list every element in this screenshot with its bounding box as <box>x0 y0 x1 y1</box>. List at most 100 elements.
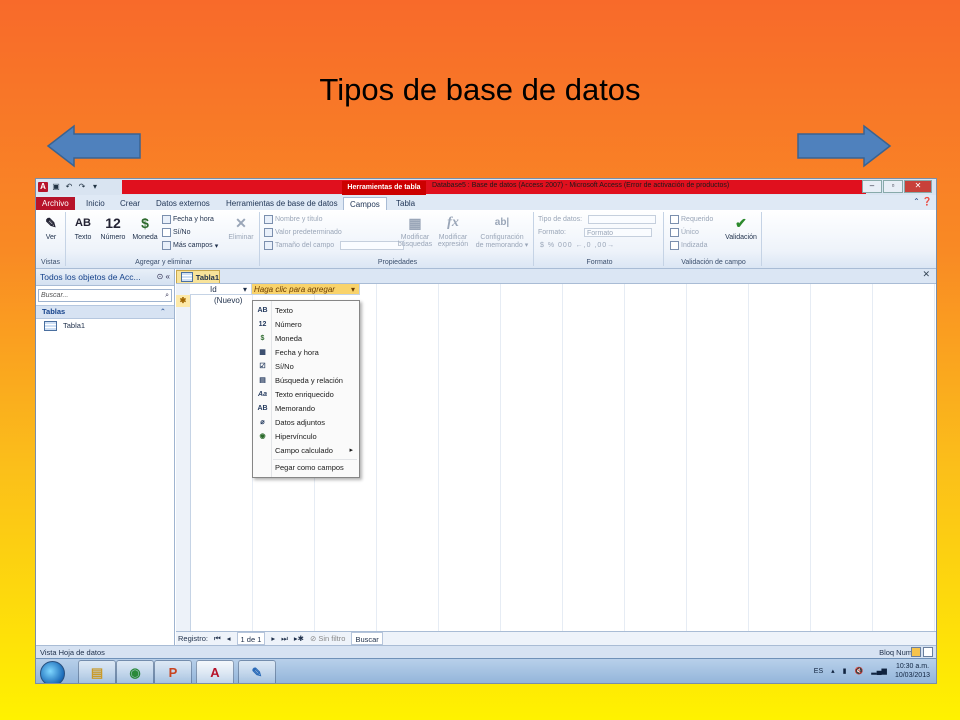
next-record-icon[interactable]: ▸ <box>271 632 275 645</box>
delete-icon: ✕ <box>235 215 247 231</box>
clock[interactable]: 10:30 a.m. 10/03/2013 <box>895 662 930 680</box>
mod-busq-1: Modificar <box>400 234 430 241</box>
record-search-input[interactable]: Buscar <box>351 632 383 645</box>
paint-icon[interactable]: ✎ <box>238 660 276 683</box>
new-record-star-icon[interactable]: ✱ <box>176 295 190 307</box>
nav-pane-header[interactable]: Todos los objetos de Acc... ⊙ « <box>36 269 174 286</box>
ver-button[interactable]: ✎ Ver <box>39 214 63 241</box>
design-view-icon[interactable] <box>923 647 933 657</box>
nav-pane-collapse-icon[interactable]: ⊙ « <box>157 269 170 285</box>
dropdown-arrow-icon[interactable]: ▾ <box>243 284 247 295</box>
unico-checkbox[interactable]: Único <box>670 228 699 237</box>
collapse-chevron-icon[interactable]: ⌃ <box>160 306 166 318</box>
menu-item-fecha-hora[interactable]: ▦ Fecha y hora <box>253 346 359 360</box>
fecha-hora-button[interactable]: Fecha y hora <box>162 215 214 224</box>
menu-item-memorando[interactable]: AB Memorando <box>253 402 359 416</box>
save-icon[interactable]: ▣ <box>51 182 61 192</box>
tab-datos-externos[interactable]: Datos externos <box>150 197 216 210</box>
record-position-input[interactable]: 1 de 1 <box>236 632 266 645</box>
previous-record-icon[interactable]: ◂ <box>227 632 231 645</box>
help-icon[interactable]: ⌃ ❓ <box>913 197 932 206</box>
access-icon[interactable]: A <box>196 660 234 683</box>
tamano-campo-field[interactable]: Tamaño del campo <box>264 241 405 250</box>
numero-button[interactable]: 12 Número <box>97 214 129 241</box>
tab-archivo[interactable]: Archivo <box>36 197 75 210</box>
number-format-buttons[interactable]: $ % 000 ←,0 ,00→ <box>540 242 615 249</box>
tab-tabla[interactable]: Tabla <box>390 197 421 210</box>
close-document-icon[interactable]: ✕ <box>922 269 930 280</box>
tray-expand-icon[interactable]: ▴ <box>831 667 835 675</box>
indizada-checkbox[interactable]: Indizada <box>670 241 707 250</box>
column-header-id[interactable]: Id ▾ <box>190 284 252 295</box>
hyperlink-globe-icon: ◉ <box>259 433 266 440</box>
tipo-datos-select[interactable]: Tipo de datos: <box>538 215 657 224</box>
menu-item-moneda[interactable]: $ Moneda <box>253 332 359 346</box>
nav-search-input[interactable]: Buscar... ⌕ <box>38 289 172 302</box>
col-id-label: Id <box>210 285 217 294</box>
field-size-input[interactable] <box>340 241 405 250</box>
access-app-icon[interactable]: A <box>38 182 48 192</box>
nombre-titulo-button[interactable]: Nombre y título <box>264 215 322 224</box>
menu-item-texto-enriquecido[interactable]: Aa Texto enriquecido <box>253 388 359 402</box>
tab-herramientas-bd[interactable]: Herramientas de base de datos <box>220 197 344 210</box>
network-signal-icon[interactable]: ▂▄▆ <box>871 667 887 675</box>
configuracion-memorando-button[interactable]: ab| Configuración de memorando ▾ <box>474 214 530 249</box>
back-arrow-icon[interactable] <box>46 124 142 168</box>
moneda-button[interactable]: $ Moneda <box>130 214 160 241</box>
menu-item-texto[interactable]: AB Texto <box>253 304 359 318</box>
dropdown-arrow-icon[interactable]: ▾ <box>351 284 355 295</box>
menu-label: Pegar como campos <box>275 463 344 472</box>
menu-item-numero[interactable]: 12 Número <box>253 318 359 332</box>
menu-item-datos-adjuntos[interactable]: ⌀ Datos adjuntos <box>253 416 359 430</box>
validacion-button[interactable]: ✔ Validación <box>722 214 760 241</box>
forward-arrow-icon[interactable] <box>796 124 892 168</box>
lookup-icon: ▤ <box>259 377 266 384</box>
modificar-busquedas-button[interactable]: ▦ Modificar búsquedas <box>396 214 434 248</box>
powerpoint-icon[interactable]: P <box>154 660 192 683</box>
volume-muted-icon[interactable]: 🔇 <box>855 667 864 675</box>
redo-icon[interactable]: ↷ <box>77 182 87 192</box>
tab-campos[interactable]: Campos <box>343 197 387 211</box>
start-button[interactable] <box>40 661 65 683</box>
mas-campos-button[interactable]: Más campos ▾ <box>162 241 218 250</box>
close-button[interactable]: ✕ <box>904 180 932 193</box>
column-header-add-field[interactable]: Haga clic para agregar ▾ <box>252 284 360 295</box>
chrome-icon[interactable]: ◉ <box>116 660 154 683</box>
menu-item-si-no[interactable]: ☑ Sí/No <box>253 360 359 374</box>
nav-group-tablas[interactable]: Tablas ⌃ <box>36 305 174 319</box>
format-dropdown[interactable]: Formato <box>584 228 653 237</box>
nav-item-tabla1[interactable]: Tabla1 <box>36 319 174 332</box>
datasheet-view-icon[interactable] <box>911 647 921 657</box>
language-indicator[interactable]: ES <box>814 668 823 675</box>
filter-status[interactable]: ⊘ Sin filtro <box>310 632 345 645</box>
si-no-button[interactable]: Sí/No <box>162 228 191 237</box>
undo-icon[interactable]: ↶ <box>64 182 74 192</box>
tab-crear[interactable]: Crear <box>114 197 146 210</box>
modificar-expresion-button[interactable]: fx Modificar expresión <box>435 214 471 248</box>
data-type-dropdown[interactable] <box>588 215 657 224</box>
menu-item-hipervinculo[interactable]: ◉ Hipervínculo <box>253 430 359 444</box>
tab-inicio[interactable]: Inicio <box>80 197 111 210</box>
customize-qat-icon[interactable]: ▾ <box>90 182 100 192</box>
menu-item-pegar-campos[interactable]: Pegar como campos <box>253 461 359 475</box>
menu-label: Texto enriquecido <box>275 390 334 399</box>
last-record-icon[interactable]: ⏭ <box>281 632 288 645</box>
eliminar-button[interactable]: ✕ Eliminar <box>226 214 256 241</box>
requerido-checkbox[interactable]: Requerido <box>670 215 713 224</box>
battery-icon[interactable]: ▮ <box>843 667 847 675</box>
tab-tabla1[interactable]: Tabla1 <box>176 270 220 283</box>
menu-item-campo-calculado[interactable]: Campo calculado ▸ <box>253 444 359 458</box>
folder-icon[interactable]: ▤ <box>78 660 116 683</box>
windows-taskbar: ▤ ◉ P A ✎ ES ▴ ▮ 🔇 ▂▄▆ 10:30 a.m. 10/03/… <box>36 658 936 683</box>
unique-checkbox-icon <box>670 228 679 237</box>
menu-item-busqueda-relacion[interactable]: ▤ Búsqueda y relación <box>253 374 359 388</box>
restore-button[interactable]: ▫ <box>883 180 903 193</box>
valor-predeterminado-button[interactable]: Valor predeterminado <box>264 228 342 237</box>
minimize-button[interactable]: – <box>862 180 882 193</box>
formato-select[interactable]: Formato: Formato <box>538 228 653 237</box>
conf-1: Configuración <box>480 234 524 241</box>
new-record-icon[interactable]: ▸✱ <box>294 632 304 645</box>
texto-button[interactable]: AB Texto <box>72 214 94 241</box>
first-record-icon[interactable]: ⏮ <box>214 632 221 645</box>
search-icon[interactable]: ⌕ <box>165 290 169 301</box>
